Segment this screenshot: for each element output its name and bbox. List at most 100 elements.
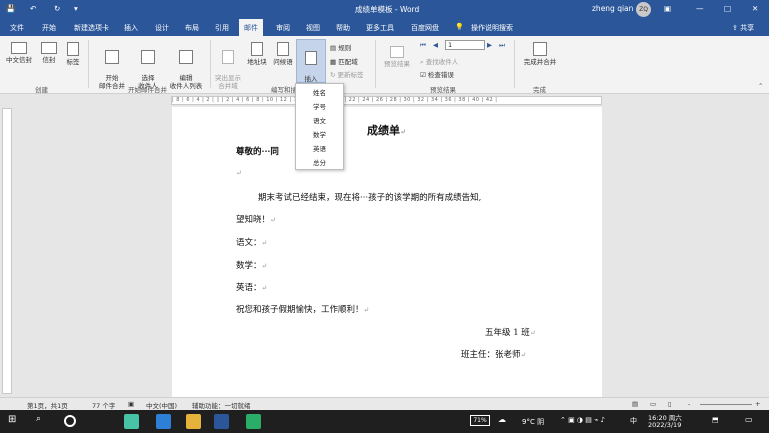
envelope-button[interactable]: 信封 xyxy=(38,42,60,64)
horizontal-ruler[interactable]: | 8 | 6 | 4 | 2 | ▯ | 2 | 4 | 6 | 8 | 10… xyxy=(171,96,602,105)
edit-recipient-list-button[interactable]: 编辑 收件人列表 xyxy=(166,42,206,90)
tab-design[interactable]: 设计 xyxy=(155,23,169,33)
envelope-icon xyxy=(11,42,27,54)
divider xyxy=(88,40,89,88)
share-button[interactable]: ⇪ 共享 xyxy=(732,23,754,33)
tab-mailings[interactable]: 邮件 xyxy=(239,19,263,36)
ribbon-tabs: 文件 开始 新建选项卡 插入 设计 布局 引用 邮件 审阅 视图 帮助 更多工具… xyxy=(0,19,769,36)
tab-layout[interactable]: 布局 xyxy=(185,23,199,33)
check-errors-button[interactable]: ☑ 检查错误 xyxy=(420,69,454,79)
next-record-icon[interactable]: ▶ xyxy=(487,41,492,49)
start-mail-merge-button[interactable]: 开始 邮件合并 xyxy=(94,42,130,90)
accessibility-status[interactable]: 辅助功能：一切就绪 xyxy=(192,400,251,410)
merge-field-dropdown: 姓名 学号 语文 数学 英语 总分 xyxy=(295,83,344,170)
ime-indicator[interactable]: 中 xyxy=(630,416,637,426)
save-icon[interactable]: 💾 xyxy=(6,4,15,13)
first-record-icon[interactable]: ⏮ xyxy=(420,41,426,50)
undo-icon[interactable]: ↶ xyxy=(30,4,36,13)
clock-date[interactable]: 2022/3/19 xyxy=(648,421,681,429)
tab-review[interactable]: 审阅 xyxy=(276,23,290,33)
group-preview-results: 预览结果 xyxy=(430,86,456,94)
tab-help[interactable]: 帮助 xyxy=(336,23,350,33)
merge-field-chinese[interactable]: 语文 xyxy=(296,115,343,125)
edge-icon[interactable] xyxy=(156,414,171,429)
zoom-slider[interactable] xyxy=(700,404,752,405)
word-icon[interactable] xyxy=(214,414,229,429)
web-layout-icon[interactable]: ▯ xyxy=(668,400,672,408)
previous-record-icon[interactable]: ◀ xyxy=(433,41,438,49)
document-page[interactable]: 成绩单↵ 尊敬的···同 ↵ 期末考试已经结束，现在将···孩子的该学期的所有成… xyxy=(172,107,602,397)
document-title: 成绩单模板 - Word xyxy=(355,5,420,14)
match-fields-button[interactable]: ▦ 匹配域 xyxy=(330,56,358,66)
tab-insert[interactable]: 插入 xyxy=(124,23,138,33)
battery-indicator[interactable]: 71% xyxy=(470,415,490,426)
group-create: 创建 xyxy=(35,86,48,94)
tab-home[interactable]: 开始 xyxy=(42,23,56,33)
search-icon[interactable]: ⌕ xyxy=(36,414,51,429)
proofing-icon[interactable]: ▣ xyxy=(128,400,134,408)
ribbon-display-icon[interactable]: ▣ xyxy=(664,4,671,13)
last-record-icon[interactable]: ⏭ xyxy=(499,41,505,50)
avatar[interactable]: ZQ xyxy=(636,2,651,17)
greeting-line-button[interactable]: 问候语 xyxy=(271,42,295,66)
document-title-heading: 成绩单↵ xyxy=(367,124,406,137)
windows-start-icon[interactable]: ⊞ xyxy=(8,414,23,429)
greeting-line-icon xyxy=(277,42,289,56)
customize-quick-access-icon[interactable]: ▾ xyxy=(74,4,78,13)
focus-mode-icon[interactable]: ▤ xyxy=(632,400,638,408)
task-view-icon[interactable] xyxy=(64,415,76,427)
tab-view[interactable]: 视图 xyxy=(306,23,320,33)
merge-field-english[interactable]: 英语 xyxy=(296,143,343,153)
preview-results-button[interactable]: 预览结果 xyxy=(380,46,414,68)
preview-icon xyxy=(390,46,404,58)
notification-icon[interactable]: ⬒ xyxy=(712,416,719,424)
paragraph-1-continued: 望知晓！↵ xyxy=(236,215,276,225)
minimize-icon[interactable]: — xyxy=(696,4,704,13)
finish-merge-button[interactable]: 完成并合并 xyxy=(518,42,562,66)
app-icon[interactable] xyxy=(124,414,139,429)
weather-text[interactable]: 9°C 阴 xyxy=(522,417,544,427)
merge-field-math[interactable]: 数学 xyxy=(296,129,343,139)
zoom-in-button[interactable]: + xyxy=(755,400,760,408)
wechat-icon[interactable] xyxy=(246,414,261,429)
action-center-icon[interactable]: ▭ xyxy=(745,415,753,424)
tray-icons[interactable]: ⌃ ▣ ◑ ▤ ⌁ ♪ xyxy=(560,416,605,424)
greeting-line-label: 问候语 xyxy=(273,58,293,66)
vertical-ruler[interactable] xyxy=(2,108,12,394)
record-number-input[interactable]: 1 xyxy=(445,40,485,50)
find-recipient-button[interactable]: ⌕ 查找收件人 xyxy=(420,56,458,67)
chinese-envelope-button[interactable]: 中文信封 xyxy=(4,42,34,64)
word-count[interactable]: 77 个字 xyxy=(92,400,115,410)
paragraph-mark: ↵ xyxy=(236,169,242,177)
language-indicator[interactable]: 中文(中国) xyxy=(146,400,177,410)
insert-merge-field-button[interactable]: 插入 合并域 xyxy=(296,39,326,91)
address-block-button[interactable]: 地址块 xyxy=(245,42,269,66)
taskbar: ⊞ ⌕ 71% ☁ 9°C 阴 ⌃ ▣ ◑ ▤ ⌁ ♪ 中 16:20 周六 2… xyxy=(0,410,769,433)
labels-button[interactable]: 标签 xyxy=(64,42,82,66)
update-labels-button[interactable]: ↻ 更新标签 xyxy=(330,69,364,79)
collapse-ribbon-icon[interactable]: ⌃ xyxy=(758,82,763,90)
select-recipients-button[interactable]: 选择 收件人 xyxy=(132,42,164,90)
tab-more-tools[interactable]: 更多工具 xyxy=(366,23,394,33)
envelope-icon xyxy=(41,42,57,54)
redo-icon[interactable]: ↻ xyxy=(54,4,60,13)
highlight-merge-fields-button[interactable]: 突出显示 合并域 xyxy=(213,42,243,90)
close-icon[interactable]: ✕ xyxy=(752,4,758,13)
zoom-out-button[interactable]: - xyxy=(688,400,690,408)
tab-references[interactable]: 引用 xyxy=(215,23,229,33)
page-count[interactable]: 第1页，共1页 xyxy=(27,400,68,410)
tab-file[interactable]: 文件 xyxy=(10,23,24,33)
rules-button[interactable]: ▤ 规则 xyxy=(330,42,351,52)
merge-field-total[interactable]: 总分 xyxy=(296,157,343,167)
tell-me-search[interactable]: 操作说明搜索 xyxy=(471,23,513,33)
file-explorer-icon[interactable] xyxy=(186,414,201,429)
user-name[interactable]: zheng qian xyxy=(592,4,633,13)
tab-baidu-netdisk[interactable]: 百度网盘 xyxy=(411,23,439,33)
merge-field-name[interactable]: 姓名 xyxy=(296,87,343,97)
tab-new[interactable]: 新建选项卡 xyxy=(74,23,109,33)
maximize-icon[interactable]: □ xyxy=(724,4,731,13)
ribbon: 中文信封 信封 标签 创建 开始 邮件合并 选择 收件人 编辑 收件人列表 开始… xyxy=(0,36,769,94)
merge-field-student-id[interactable]: 学号 xyxy=(296,101,343,111)
class-name: 五年级 1 班↵ xyxy=(485,328,536,338)
print-layout-icon[interactable]: ▭ xyxy=(650,400,656,408)
